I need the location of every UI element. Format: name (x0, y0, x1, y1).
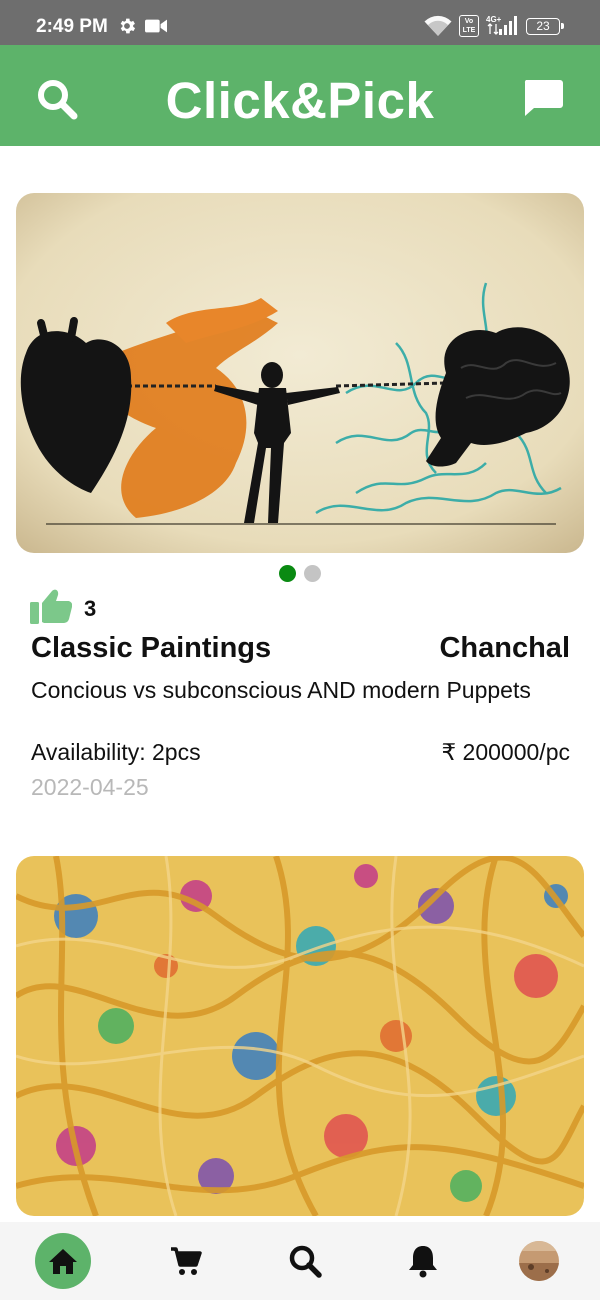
painting-abstract (16, 856, 584, 1216)
gear-icon (120, 18, 136, 34)
image-page-indicator[interactable] (0, 565, 600, 583)
home-icon (49, 1249, 77, 1274)
nav-search[interactable] (277, 1233, 333, 1289)
search-icon (289, 1245, 322, 1278)
bell-icon (409, 1246, 437, 1278)
app-title: Click&Pick (165, 72, 435, 129)
video-camera-icon (145, 19, 167, 33)
post-artist[interactable]: Chanchal (439, 632, 570, 665)
nav-cart[interactable] (157, 1233, 213, 1289)
thumbs-up-icon[interactable] (30, 588, 72, 624)
post-image[interactable] (16, 856, 584, 1216)
post-image[interactable] (16, 193, 584, 553)
chat-icon[interactable] (522, 78, 564, 118)
page-dot[interactable] (304, 565, 321, 582)
app-bar: Click&Pick (0, 45, 600, 146)
page-dot-active[interactable] (279, 565, 296, 582)
post-price: ₹ 200000/pc (441, 739, 570, 765)
network-type: 4G+ (486, 15, 502, 24)
signal-icon: 4G+ (486, 15, 517, 35)
status-bar: 2:49 PM Vo LTE 4G+ 23 (0, 0, 600, 45)
post-category: Classic Paintings (31, 632, 272, 664)
wifi-icon (424, 15, 452, 36)
status-time: 2:49 PM (36, 16, 108, 37)
like-count: 3 (84, 596, 97, 621)
post-date: 2022-04-25 (31, 774, 149, 800)
avatar-image (519, 1241, 559, 1281)
battery-icon: 23 (526, 18, 564, 35)
nav-notifications[interactable] (395, 1233, 451, 1289)
post-description: Concious vs subconscious AND modern Pupp… (31, 677, 531, 703)
bottom-navigation (0, 1222, 600, 1300)
painting-tug-of-war (16, 193, 584, 553)
post-availability: Availability: 2pcs (31, 739, 201, 765)
avatar[interactable] (519, 1241, 559, 1281)
volte-badge: Vo LTE (459, 15, 479, 37)
cart-icon (171, 1247, 202, 1275)
nav-home[interactable] (35, 1233, 91, 1289)
